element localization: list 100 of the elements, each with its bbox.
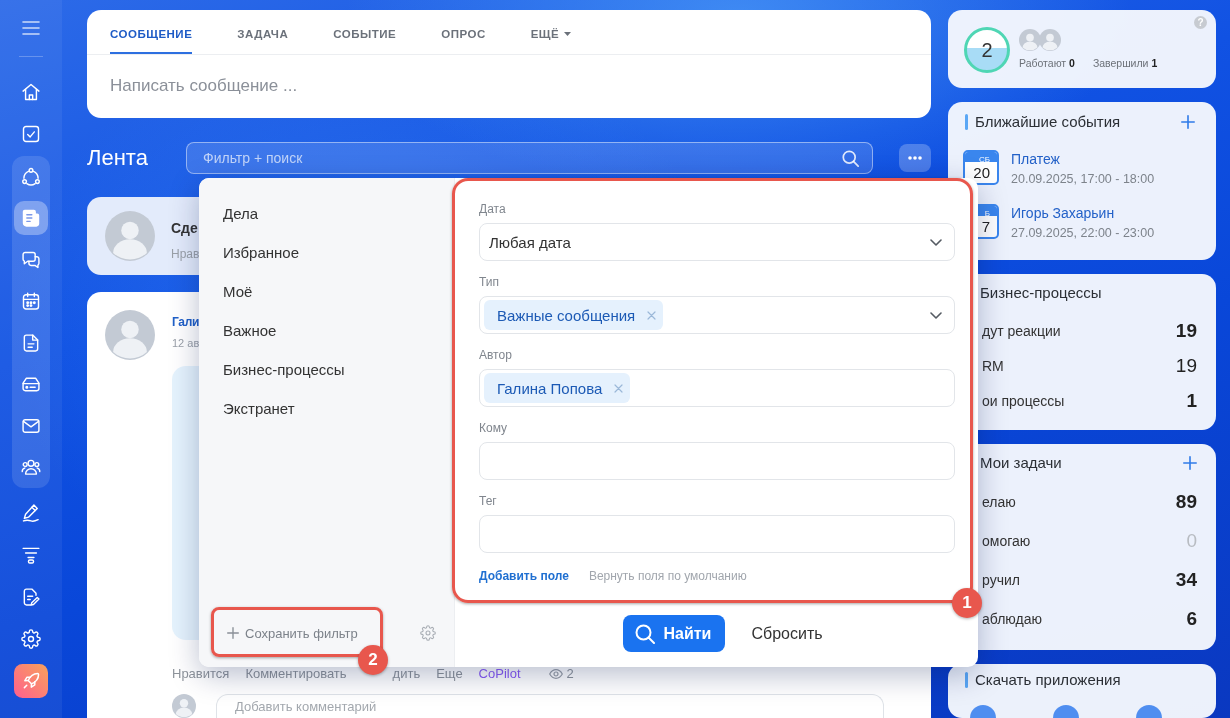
rocket-icon[interactable] [14, 664, 48, 698]
counter-label[interactable]: дут реакции [982, 322, 1061, 339]
counter-value: 1 [1186, 389, 1197, 412]
plus-icon[interactable] [1181, 115, 1195, 129]
composer-tab[interactable]: ОПРОС [441, 10, 486, 54]
chevron-down-icon[interactable] [930, 311, 942, 319]
find-button[interactable]: Найти [623, 615, 726, 652]
caret-icon[interactable] [564, 32, 572, 36]
day-number: 7 [981, 218, 990, 235]
counter-value: 0 [1186, 530, 1197, 553]
counter-label[interactable]: ручил [982, 571, 1020, 588]
filter-tag[interactable]: Галина Попова [484, 373, 631, 403]
avatar-icon [1039, 29, 1061, 51]
home-icon[interactable] [21, 82, 41, 102]
day-number: 20 [973, 164, 990, 181]
people-icon[interactable] [21, 457, 41, 478]
calendar-icon[interactable] [21, 291, 41, 312]
workday-stat: Работают 0 [1019, 57, 1075, 70]
checkbox-icon[interactable] [21, 124, 41, 144]
field-label: Автор [479, 348, 512, 362]
composer-tab[interactable]: ЗАДАЧА [237, 10, 289, 54]
composer-tab[interactable]: СООБЩЕНИЕ [110, 10, 193, 54]
counter-label[interactable]: омогаю [982, 533, 1031, 550]
filter-preset[interactable]: Важное [223, 311, 277, 350]
select-field[interactable]: Любая дата [479, 223, 955, 261]
composer-tab[interactable]: ЕЩЁ [530, 10, 572, 54]
pen-icon[interactable] [21, 503, 41, 523]
accent-bar [965, 114, 968, 130]
input-field[interactable] [479, 515, 955, 553]
tag-label: Галина Попова [497, 379, 603, 397]
add-field-link[interactable]: Добавить поле [479, 569, 569, 583]
counter-value: 89 [1175, 491, 1197, 514]
event-title[interactable]: Платеж [1011, 151, 1155, 168]
plus-icon[interactable] [1183, 456, 1197, 470]
eye-icon [548, 669, 563, 679]
app-icon[interactable] [1053, 703, 1079, 718]
counter-value: 19 [1175, 354, 1197, 377]
save-filter-button[interactable]: Сохранить фильтр [227, 623, 358, 643]
comment-field[interactable]: Добавить комментарий [216, 694, 884, 718]
workday-ring[interactable]: 2 [964, 27, 1010, 73]
filter-tag[interactable]: Важные сообщения [484, 300, 664, 330]
filter-preset[interactable]: Дела [223, 194, 259, 233]
filter-preset[interactable]: Моё [223, 272, 253, 311]
plus-icon[interactable] [227, 627, 239, 639]
counter-label[interactable]: ои процессы [982, 392, 1065, 409]
filter-preset[interactable]: Избранное [223, 233, 300, 272]
widget-title: Мои задачи [980, 453, 1062, 473]
funnel-icon[interactable] [21, 545, 41, 565]
chevron-down-icon[interactable] [930, 238, 942, 246]
counter-label[interactable]: аблюдаю [982, 610, 1042, 627]
post-action-link[interactable]: Нравится [172, 666, 230, 682]
event-time: 27.09.2025, 22:00 - 23:00 [1011, 225, 1155, 241]
avatar-icon [105, 310, 155, 360]
post-action-link[interactable]: Комментировать [245, 666, 347, 682]
avatar-icon [172, 694, 196, 718]
event-title[interactable]: Игорь Захарьин [1011, 205, 1155, 222]
reset-button[interactable]: Сбросить [739, 615, 835, 652]
weekday-label: Б [984, 209, 990, 218]
search-icon[interactable] [635, 623, 656, 644]
post-subtitle: Нрав [171, 246, 200, 263]
weekday-label: СБ [978, 155, 990, 164]
post-date: 12 ав [172, 336, 200, 351]
accent-bar [965, 672, 968, 688]
counter-label[interactable]: елаю [982, 494, 1016, 511]
input-field[interactable]: Галина Попова [479, 369, 955, 407]
chat-bubbles-icon[interactable] [21, 249, 41, 270]
post-author[interactable]: Гали [172, 314, 200, 331]
more-icon[interactable] [908, 156, 922, 160]
input-field[interactable] [479, 442, 955, 480]
newspaper-icon[interactable] [21, 208, 41, 229]
nav-tile[interactable] [14, 201, 48, 236]
counter-value: 34 [1175, 568, 1197, 591]
nodes-icon[interactable] [21, 166, 41, 187]
copilot-link[interactable]: CoPilot [478, 666, 521, 682]
message-field[interactable]: Написать сообщение ... [110, 74, 908, 98]
event-time: 20.09.2025, 17:00 - 18:00 [1011, 171, 1155, 187]
counter-label[interactable]: RM [982, 357, 1004, 374]
document-icon[interactable] [21, 332, 41, 353]
filter-search-field[interactable]: Фильтр + поиск [186, 142, 873, 174]
widget-title: Скачать приложения [975, 670, 1121, 690]
filter-preset[interactable]: Экстранет [223, 389, 295, 428]
tag-label: Важные сообщения [497, 306, 636, 324]
counter-value: 6 [1186, 607, 1197, 630]
app-icon[interactable] [970, 703, 996, 718]
post-title[interactable]: Сде [171, 219, 200, 237]
document-edit-icon[interactable] [21, 587, 41, 607]
field-label: Тип [479, 275, 499, 289]
select-field[interactable]: Важные сообщения [479, 296, 955, 334]
widget-title: Бизнес-процессы [980, 283, 1102, 303]
filter-preset[interactable]: Бизнес-процессы [223, 350, 345, 389]
menu-icon[interactable] [22, 21, 40, 35]
field-label: Дата [479, 202, 506, 216]
composer-tab[interactable]: СОБЫТИЕ [333, 10, 397, 54]
more-button[interactable] [899, 144, 931, 172]
app-icon[interactable] [1136, 703, 1162, 718]
counter-value: 19 [1175, 319, 1197, 342]
view-count: 2 [566, 666, 574, 682]
search-icon[interactable] [842, 149, 859, 167]
post-action-link[interactable]: дить [392, 666, 421, 682]
avatar-icon [105, 211, 155, 261]
